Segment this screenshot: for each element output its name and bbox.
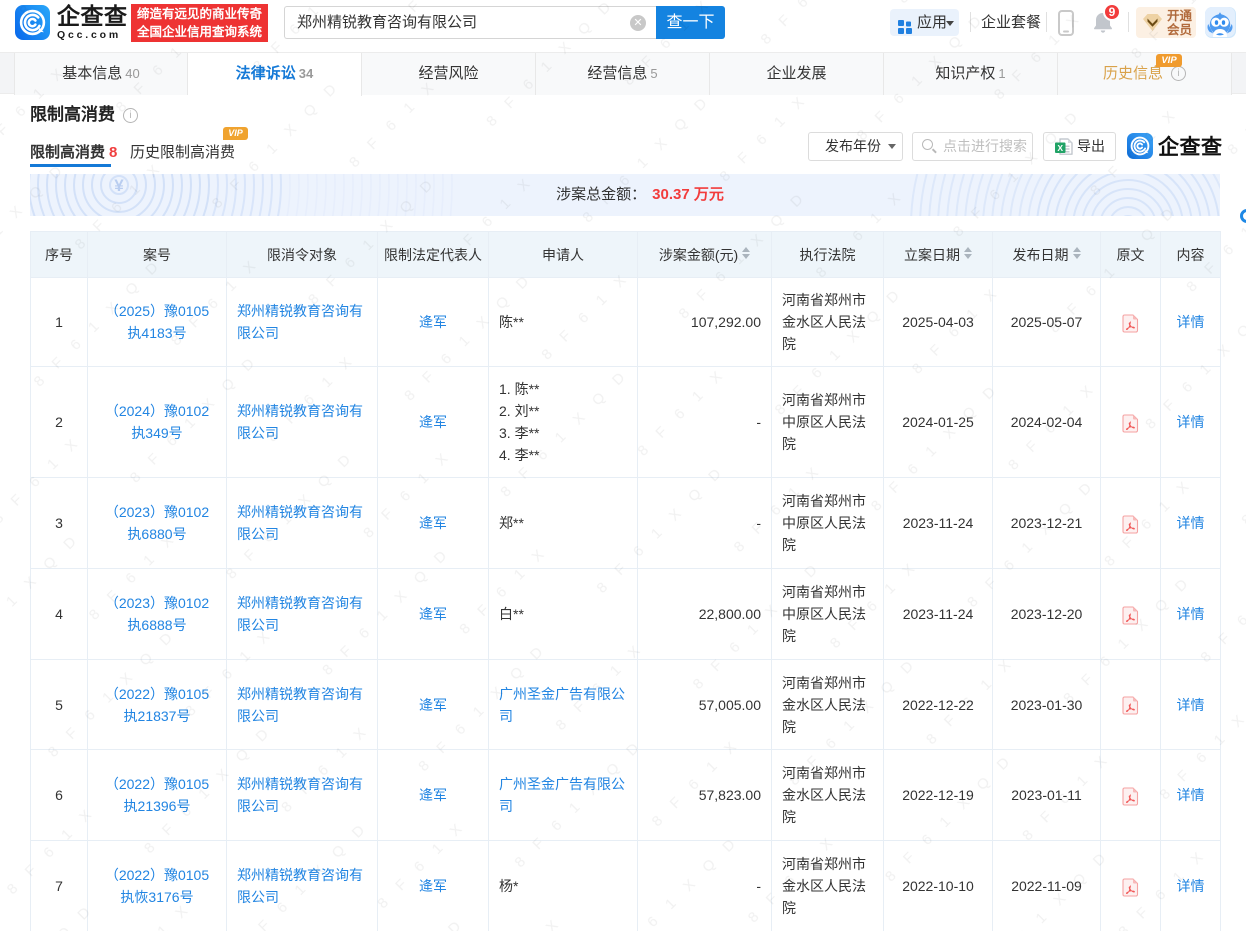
svg-text:企查查: 企查查 [1157, 135, 1222, 159]
svg-text:X: X [1057, 143, 1063, 153]
